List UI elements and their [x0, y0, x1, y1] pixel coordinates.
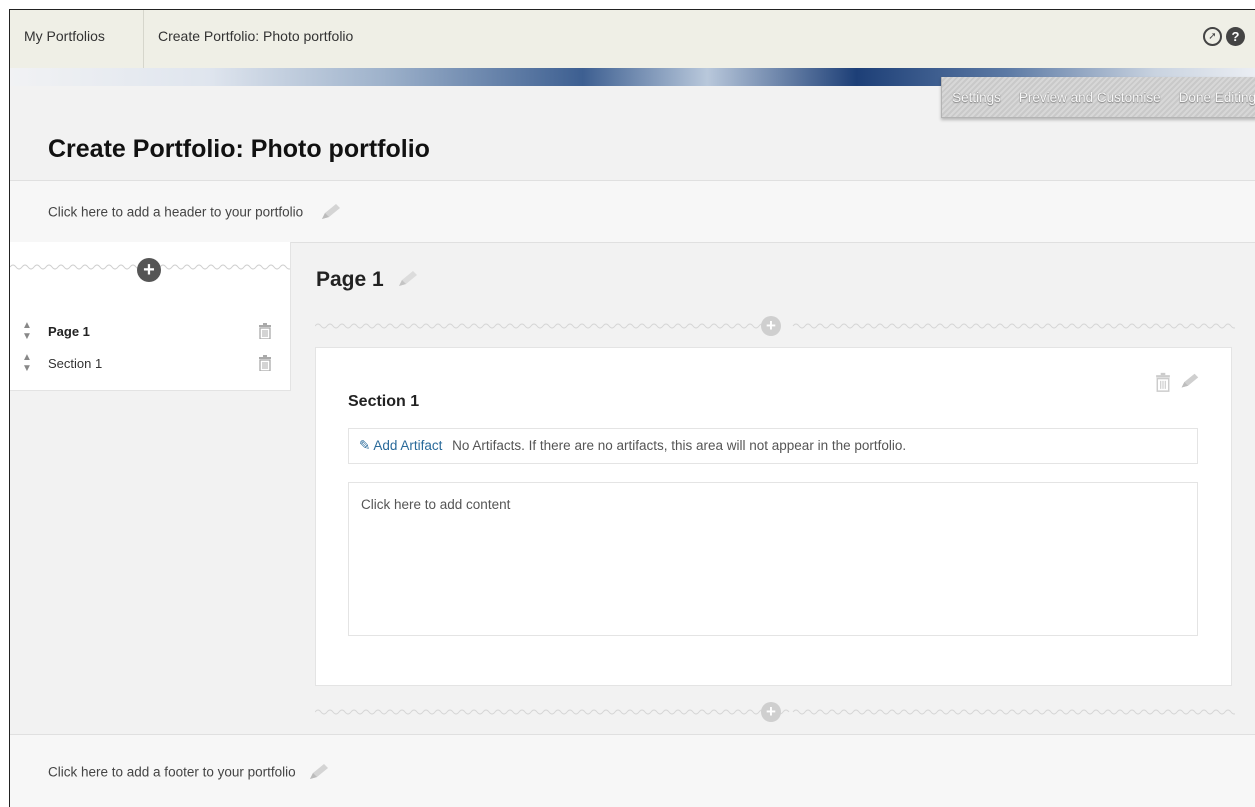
- section-title: Section 1: [348, 393, 420, 410]
- page-heading-text: Page 1: [316, 268, 384, 291]
- preview-customise-button[interactable]: Preview and Customise: [1019, 90, 1161, 105]
- compass-icon[interactable]: ➚: [1203, 27, 1222, 46]
- nav-item-label[interactable]: Page 1: [48, 324, 258, 339]
- portfolio-editor: My Portfolios Create Portfolio: Photo po…: [9, 9, 1255, 807]
- settings-button[interactable]: Settings: [952, 90, 1001, 105]
- no-artifacts-text: No Artifacts. If there are no artifacts,…: [452, 438, 907, 453]
- page-heading: Page 1: [316, 268, 420, 292]
- pencil-icon[interactable]: [1177, 372, 1201, 392]
- header-hint[interactable]: Click here to add a header to your portf…: [48, 205, 303, 220]
- trash-icon[interactable]: [1155, 372, 1171, 392]
- nav-item-page-1[interactable]: ▲ ▼ Page 1: [22, 320, 272, 342]
- footer-hint[interactable]: Click here to add a footer to your portf…: [48, 765, 296, 780]
- add-section-button-top[interactable]: +: [761, 316, 781, 336]
- pencil-icon[interactable]: [317, 203, 343, 223]
- page-navigator: + ▲ ▼ Page 1 ▲ ▼ Section 1: [10, 242, 291, 391]
- page-title: Create Portfolio: Photo portfolio: [48, 135, 430, 163]
- paperclip-icon: ✎: [359, 438, 371, 453]
- trash-icon[interactable]: [258, 323, 272, 339]
- section-card: Section 1 ✎ Add Artifact No Artifacts. I…: [315, 347, 1232, 686]
- nav-item-section-1[interactable]: ▲ ▼ Section 1: [22, 352, 272, 374]
- breadcrumb-current: Create Portfolio: Photo portfolio: [158, 28, 354, 44]
- pencil-icon[interactable]: [394, 270, 420, 290]
- portfolio-header-area[interactable]: Click here to add a header to your portf…: [10, 180, 1255, 243]
- add-artifact-label[interactable]: Add Artifact: [373, 438, 442, 453]
- trash-icon[interactable]: [258, 355, 272, 371]
- editor-actions: Settings Preview and Customise Done Edit…: [941, 77, 1255, 118]
- content-hint[interactable]: Click here to add content: [361, 497, 510, 512]
- breadcrumb: My Portfolios Create Portfolio: Photo po…: [10, 10, 1255, 69]
- artifact-bar: ✎ Add Artifact No Artifacts. If there ar…: [348, 428, 1198, 464]
- sort-handle-icon[interactable]: ▲ ▼: [22, 320, 48, 342]
- add-section-button-bottom[interactable]: +: [761, 702, 781, 722]
- sort-handle-icon[interactable]: ▲ ▼: [22, 352, 48, 374]
- breadcrumb-tools: ➚ ?: [1203, 27, 1245, 46]
- pencil-icon[interactable]: [305, 763, 331, 783]
- breadcrumb-my-portfolios[interactable]: My Portfolios: [10, 10, 144, 68]
- help-icon[interactable]: ?: [1226, 27, 1245, 46]
- add-artifact-link[interactable]: ✎ Add Artifact: [359, 438, 446, 453]
- nav-item-label[interactable]: Section 1: [48, 356, 258, 371]
- section-tools: [1155, 372, 1201, 392]
- portfolio-footer-area[interactable]: Click here to add a footer to your portf…: [10, 734, 1255, 807]
- add-page-button[interactable]: +: [137, 258, 161, 282]
- done-editing-button[interactable]: Done Editing: [1179, 90, 1255, 105]
- section-content-area[interactable]: Click here to add content: [348, 482, 1198, 636]
